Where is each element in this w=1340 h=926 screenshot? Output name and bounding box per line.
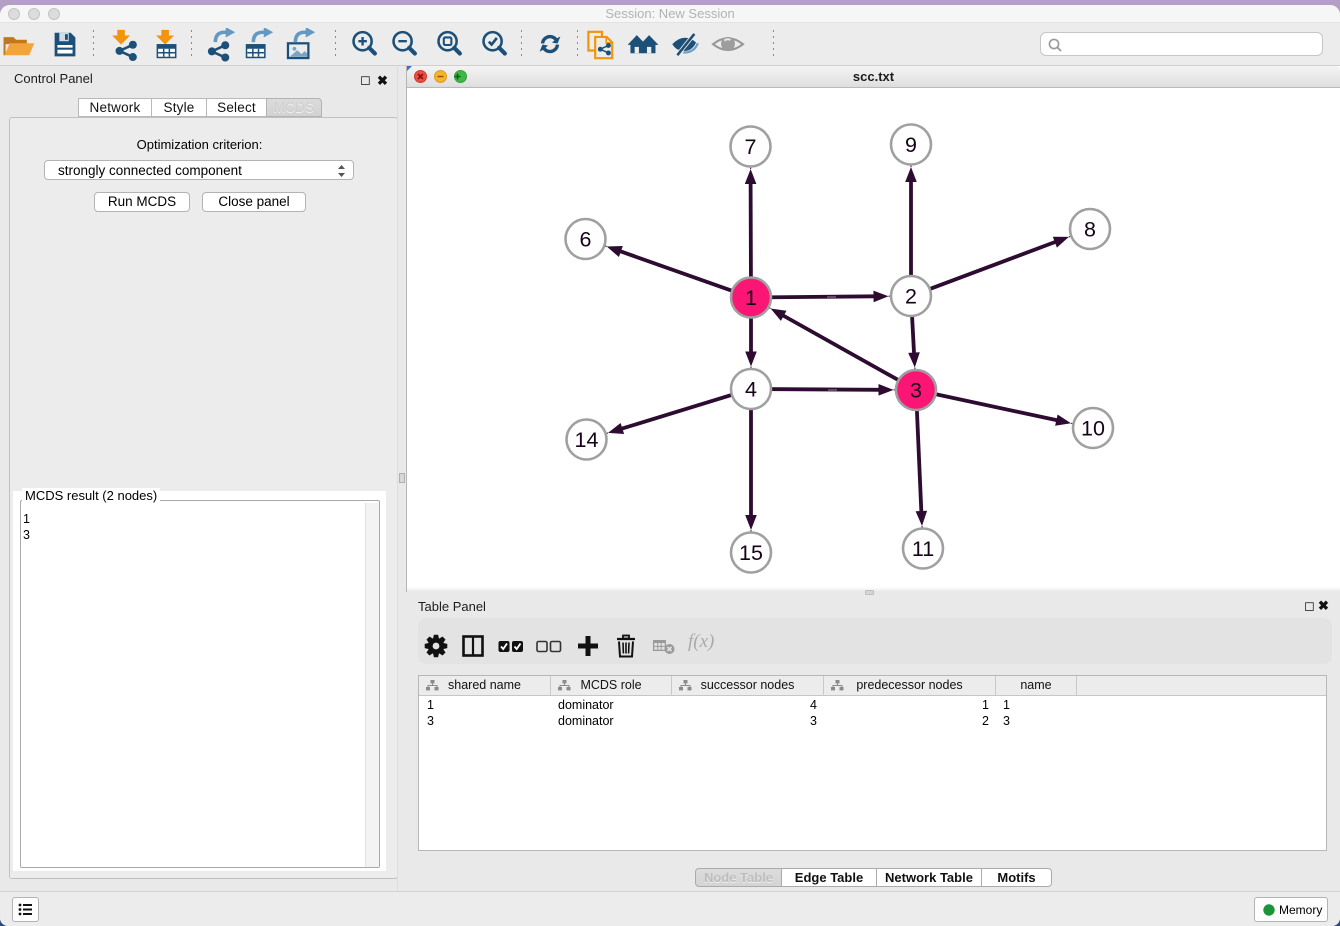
svg-text:10: 10 — [1081, 417, 1105, 441]
svg-text:2: 2 — [905, 285, 917, 309]
svg-text:3: 3 — [910, 379, 922, 403]
svg-text:6: 6 — [580, 228, 592, 252]
svg-text:8: 8 — [1084, 218, 1096, 242]
svg-text:15: 15 — [739, 541, 763, 565]
svg-text:7: 7 — [745, 135, 757, 159]
svg-text:14: 14 — [575, 428, 599, 452]
svg-text:1: 1 — [745, 286, 757, 310]
svg-text:11: 11 — [912, 537, 934, 561]
svg-text:9: 9 — [905, 133, 917, 157]
svg-text:4: 4 — [745, 378, 757, 402]
